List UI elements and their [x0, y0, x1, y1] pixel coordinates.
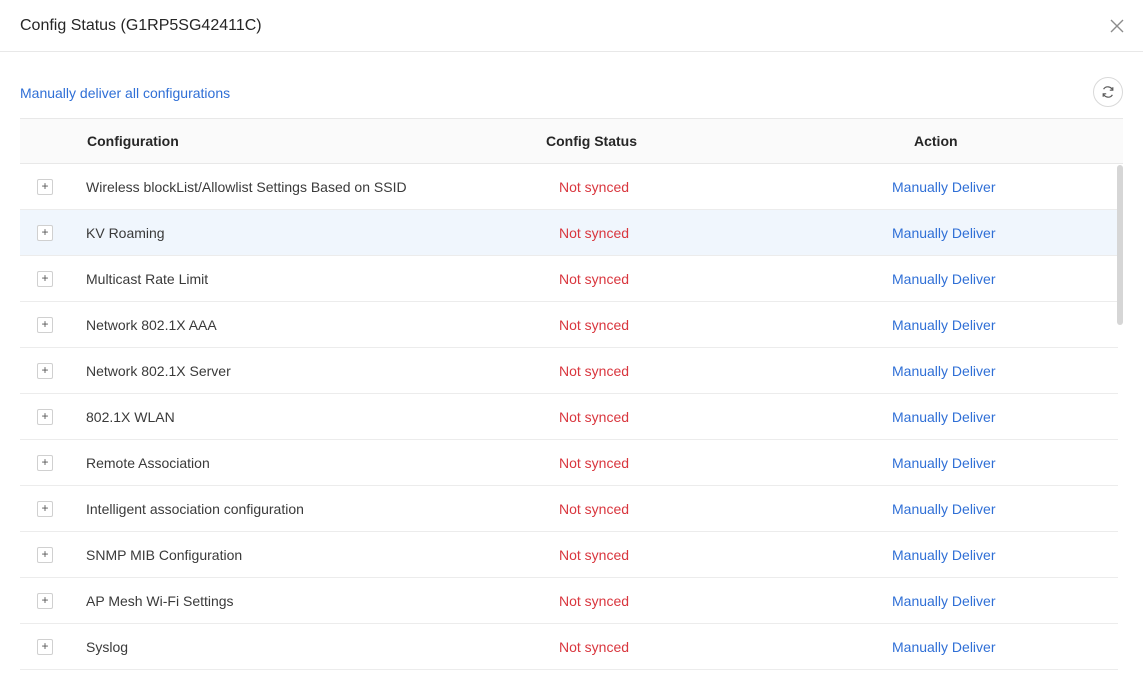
column-header-config-status: Config Status: [546, 133, 637, 149]
config-status-badge: Not synced: [559, 271, 630, 287]
table-row: + Network 802.1X AAA Not synced Manually De…: [20, 302, 1118, 348]
expand-row-plus-icon[interactable]: +: [37, 455, 53, 471]
configuration-name: Network 802.1X AAA: [86, 317, 217, 333]
config-status-badge: Not synced: [559, 225, 630, 241]
config-status-badge: Not synced: [559, 501, 630, 517]
manually-deliver-link[interactable]: Manually Deliver: [892, 302, 995, 348]
table-scrollbar[interactable]: [1117, 165, 1123, 325]
configuration-name: Remote Association: [86, 455, 210, 471]
table-row: + KV Roaming Not synced Manually Deliver: [20, 210, 1118, 256]
modal-header: Config Status (G1RP5SG42411C): [0, 0, 1143, 52]
table-row: + Intelligent association configuration No…: [20, 486, 1118, 532]
configuration-name: Multicast Rate Limit: [86, 271, 209, 287]
manually-deliver-link[interactable]: Manually Deliver: [892, 394, 995, 440]
configuration-name: 802.1X WLAN: [86, 409, 175, 425]
expand-row-plus-icon[interactable]: +: [37, 225, 53, 241]
configuration-name: Network 802.1X Server: [86, 363, 231, 379]
expand-row-plus-icon[interactable]: +: [37, 501, 53, 517]
table-row: + Multicast Rate Limit Not synced Manually …: [20, 256, 1118, 302]
table-row: + SNMP MIB Configuration Not synced Manuall…: [20, 532, 1118, 578]
expand-row-plus-icon[interactable]: +: [37, 639, 53, 655]
config-status-badge: Not synced: [559, 639, 630, 655]
refresh-button[interactable]: [1093, 77, 1123, 107]
config-status-badge: Not synced: [559, 593, 630, 609]
table-row: + AP Mesh Wi-Fi Settings Not synced Manuall…: [20, 578, 1118, 624]
manually-deliver-link[interactable]: Manually Deliver: [892, 486, 995, 532]
expand-row-plus-icon[interactable]: +: [37, 363, 53, 379]
expand-row-plus-icon[interactable]: +: [37, 317, 53, 333]
configuration-name: Syslog: [86, 639, 129, 655]
config-status-badge: Not synced: [559, 409, 630, 425]
configuration-name: KV Roaming: [86, 225, 165, 241]
table-row: + Syslog Not synced Manually Deliver: [20, 624, 1118, 670]
manually-deliver-link[interactable]: Manually Deliver: [892, 348, 995, 394]
manually-deliver-link[interactable]: Manually Deliver: [892, 532, 995, 578]
expand-row-plus-icon[interactable]: +: [37, 593, 53, 609]
config-status-badge: Not synced: [559, 547, 630, 563]
configuration-name: Wireless blockList/Allowlist Settings Ba…: [86, 179, 407, 195]
modal-title: Config Status (G1RP5SG42411C): [20, 16, 262, 34]
manually-deliver-link[interactable]: Manually Deliver: [892, 440, 995, 486]
close-icon: [1110, 19, 1124, 33]
table-row: +802.1X WLAN Not synced Manually Deliver: [20, 394, 1118, 440]
column-header-configuration: Configuration: [87, 133, 179, 149]
table-row: + Wireless blockList/Allowlist Settings B…: [20, 164, 1118, 210]
manually-deliver-all-link[interactable]: Manually deliver all configurations: [20, 85, 230, 101]
manually-deliver-link[interactable]: Manually Deliver: [892, 210, 995, 256]
config-status-badge: Not synced: [559, 455, 630, 471]
configuration-name: AP Mesh Wi-Fi Settings: [86, 593, 234, 609]
expand-row-plus-icon[interactable]: +: [37, 409, 53, 425]
toolbar: Manually deliver all configurations: [0, 53, 1143, 117]
config-table: Configuration Config Status Action + Wire…: [20, 118, 1123, 670]
table-body: + Wireless blockList/Allowlist Settings B…: [20, 164, 1118, 670]
table-header: Configuration Config Status Action: [20, 118, 1123, 164]
manually-deliver-link[interactable]: Manually Deliver: [892, 164, 995, 210]
configuration-name: Intelligent association configuration: [86, 501, 304, 517]
refresh-icon: [1102, 86, 1114, 98]
close-button[interactable]: [1105, 14, 1129, 38]
configuration-name: SNMP MIB Configuration: [86, 547, 243, 563]
config-status-modal: Config Status (G1RP5SG42411C) Manually d…: [0, 0, 1143, 684]
expand-row-plus-icon[interactable]: +: [37, 179, 53, 195]
config-status-badge: Not synced: [559, 363, 630, 379]
column-header-action: Action: [914, 133, 958, 149]
manually-deliver-link[interactable]: Manually Deliver: [892, 624, 995, 670]
manually-deliver-link[interactable]: Manually Deliver: [892, 256, 995, 302]
table-row: + Network 802.1X Server Not synced Manually…: [20, 348, 1118, 394]
config-status-badge: Not synced: [559, 179, 630, 195]
expand-row-plus-icon[interactable]: +: [37, 547, 53, 563]
config-status-badge: Not synced: [559, 317, 630, 333]
expand-row-plus-icon[interactable]: +: [37, 271, 53, 287]
manually-deliver-link[interactable]: Manually Deliver: [892, 578, 995, 624]
table-row: + Remote Association Not synced Manually De…: [20, 440, 1118, 486]
